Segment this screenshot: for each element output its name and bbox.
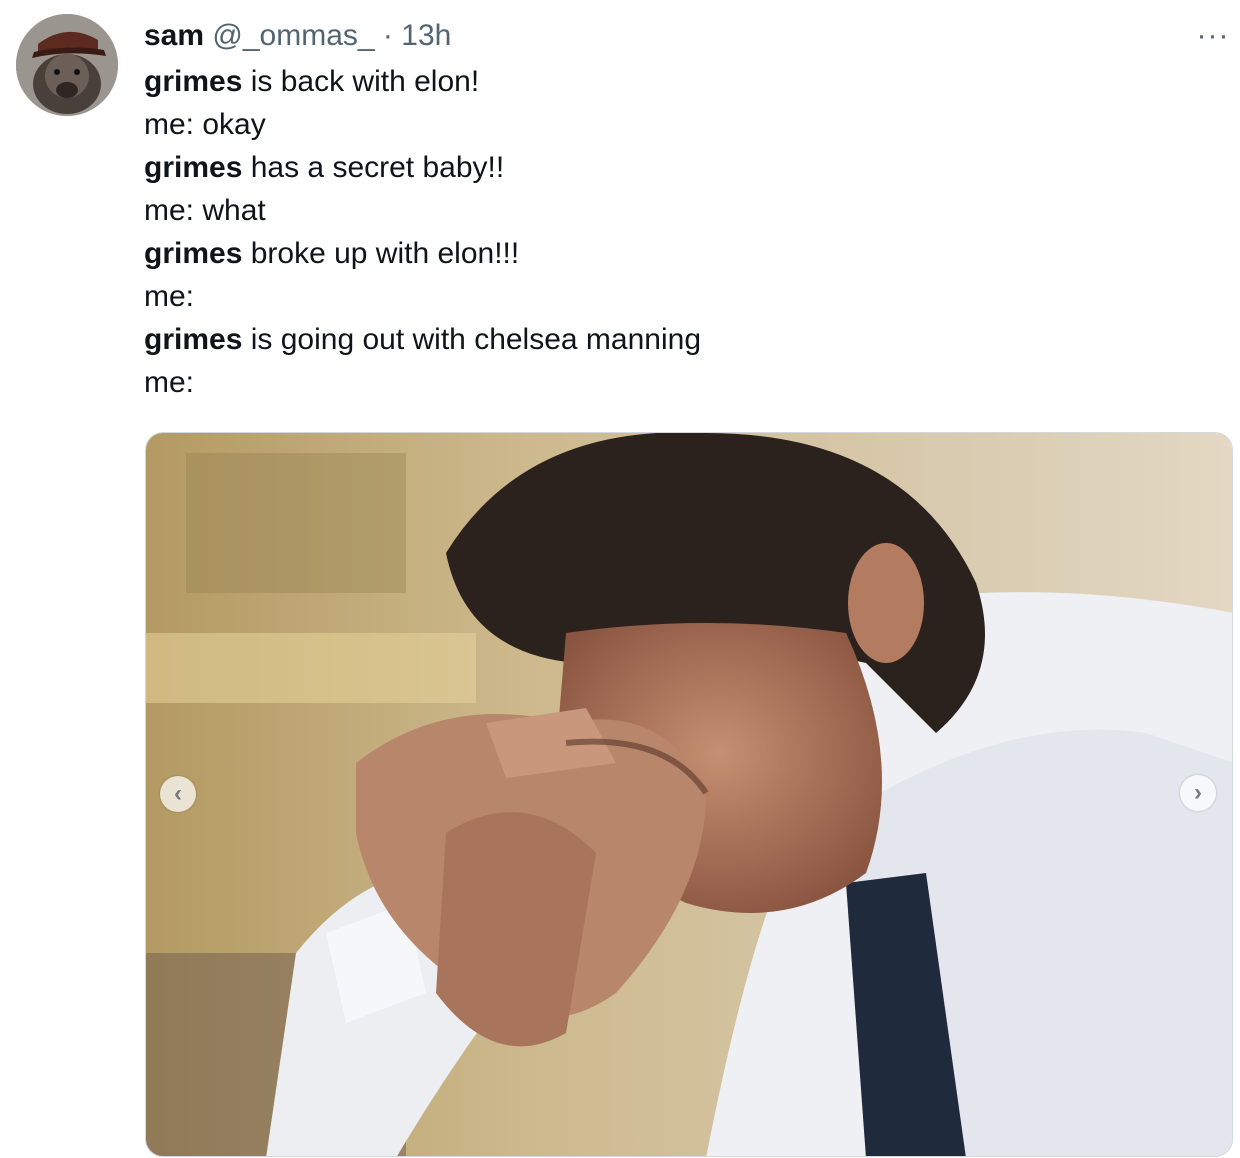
bold-word: grimes: [144, 323, 243, 356]
line-text: has a secret baby!!: [242, 151, 505, 184]
line-text: broke up with elon!!!: [242, 237, 520, 270]
tweet-line: grimes is back with elon!: [144, 60, 1214, 103]
bold-word: grimes: [144, 237, 243, 270]
tweet-line: me: what: [144, 189, 1214, 232]
more-horizontal-icon[interactable]: ···: [1193, 19, 1233, 52]
tweet-line: me: okay: [144, 103, 1214, 146]
avatar[interactable]: [16, 14, 118, 116]
photo-man-head-in-hands: [146, 433, 1232, 1156]
separator-dot: ·: [382, 19, 393, 52]
tweet-line: grimes is going out with chelsea manning: [144, 318, 1214, 361]
tweet-text: grimes is back with elon! me: okay grime…: [144, 60, 1214, 404]
tweet-line: grimes broke up with elon!!!: [144, 232, 1214, 275]
chevron-left-icon[interactable]: ‹: [160, 776, 196, 812]
tweet-line: grimes has a secret baby!!: [144, 146, 1214, 189]
chevron-right-icon[interactable]: ›: [1180, 775, 1216, 811]
line-text: me:: [144, 280, 195, 313]
line-text: me: okay: [144, 108, 266, 141]
bold-word: grimes: [144, 151, 243, 184]
marten-with-cap-avatar-icon: [16, 14, 118, 116]
author-name[interactable]: sam: [144, 19, 204, 52]
tweet-line: me:: [144, 275, 1214, 318]
author-handle[interactable]: @_ommas_: [212, 19, 374, 52]
bold-word: grimes: [144, 65, 243, 98]
timestamp[interactable]: 13h: [401, 19, 451, 52]
tweet-photo[interactable]: [145, 432, 1233, 1157]
tweet-line: me:: [144, 361, 1214, 404]
line-text: me:: [144, 366, 195, 399]
line-text: is back with elon!: [242, 65, 480, 98]
tweet-header: sam @_ommas_ · 13h: [144, 16, 451, 56]
line-text: me: what: [144, 194, 266, 227]
line-text: is going out with chelsea manning: [242, 323, 702, 356]
